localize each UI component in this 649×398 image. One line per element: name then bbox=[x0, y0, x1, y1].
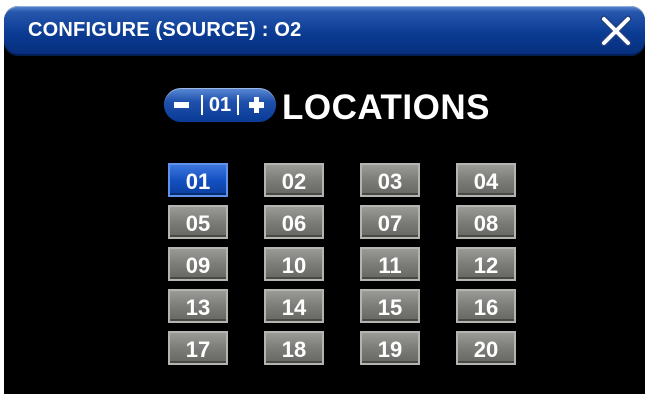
location-button-16[interactable]: 16 bbox=[456, 289, 516, 323]
location-button-01[interactable]: 01 bbox=[168, 163, 228, 197]
decrement-button[interactable] bbox=[166, 88, 200, 122]
location-count-value: 01 bbox=[208, 94, 232, 116]
configure-dialog: CONFIGURE (SOURCE) : O2 01 LOCATIONS 01 0… bbox=[4, 6, 645, 394]
location-button-10[interactable]: 10 bbox=[264, 247, 324, 281]
stepper-divider bbox=[237, 95, 239, 115]
locations-label: LOCATIONS bbox=[282, 88, 491, 127]
location-button-12[interactable]: 12 bbox=[456, 247, 516, 281]
location-button-17[interactable]: 17 bbox=[168, 331, 228, 365]
title-bar: CONFIGURE (SOURCE) : O2 bbox=[4, 6, 645, 56]
location-button-14[interactable]: 14 bbox=[264, 289, 324, 323]
location-button-20[interactable]: 20 bbox=[456, 331, 516, 365]
close-button[interactable] bbox=[597, 12, 635, 50]
location-button-15[interactable]: 15 bbox=[360, 289, 420, 323]
location-button-13[interactable]: 13 bbox=[168, 289, 228, 323]
location-button-18[interactable]: 18 bbox=[264, 331, 324, 365]
close-icon bbox=[600, 15, 632, 47]
location-count-stepper: 01 bbox=[164, 88, 276, 122]
location-button-02[interactable]: 02 bbox=[264, 163, 324, 197]
location-button-07[interactable]: 07 bbox=[360, 205, 420, 239]
location-button-19[interactable]: 19 bbox=[360, 331, 420, 365]
location-button-09[interactable]: 09 bbox=[168, 247, 228, 281]
location-button-08[interactable]: 08 bbox=[456, 205, 516, 239]
location-button-03[interactable]: 03 bbox=[360, 163, 420, 197]
increment-button[interactable] bbox=[240, 88, 274, 122]
location-button-05[interactable]: 05 bbox=[168, 205, 228, 239]
location-button-04[interactable]: 04 bbox=[456, 163, 516, 197]
dialog-title: CONFIGURE (SOURCE) : O2 bbox=[28, 19, 302, 41]
location-button-11[interactable]: 11 bbox=[360, 247, 420, 281]
location-button-06[interactable]: 06 bbox=[264, 205, 324, 239]
